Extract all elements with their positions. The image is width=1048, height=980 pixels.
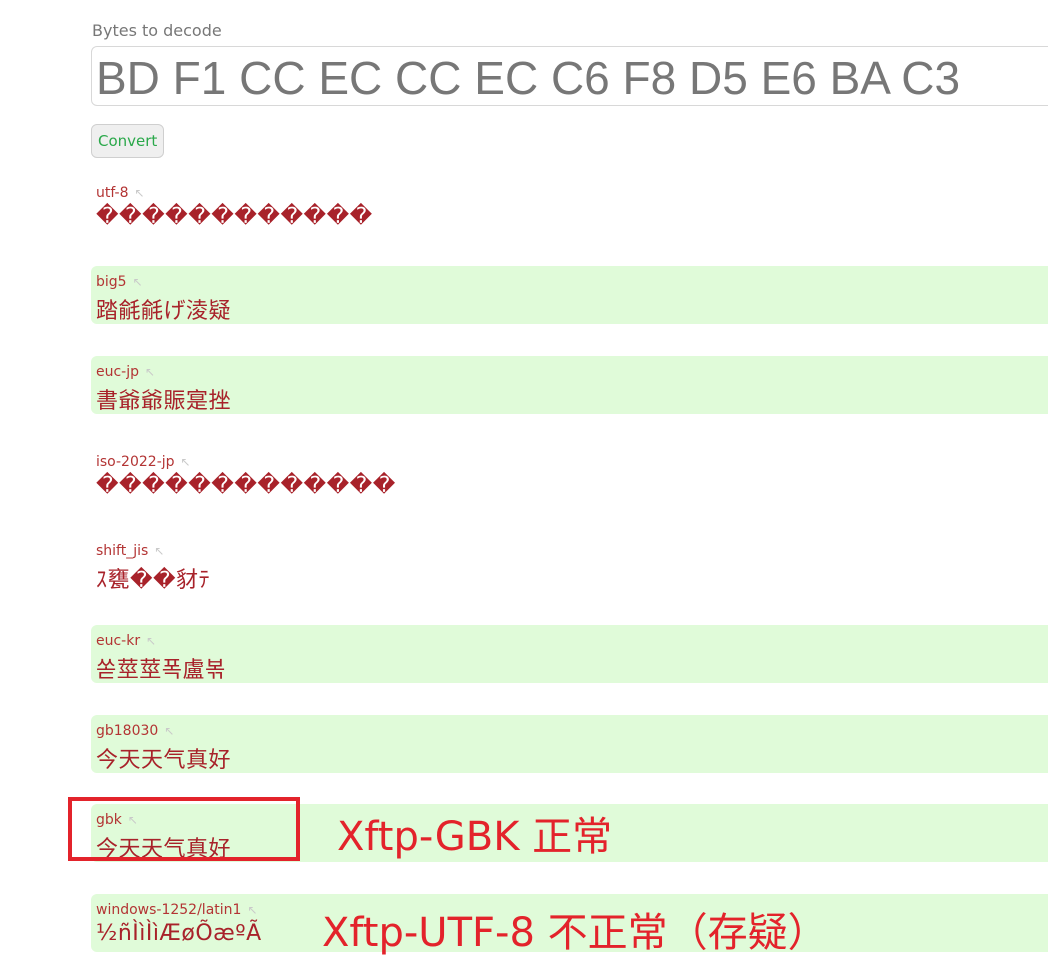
convert-button[interactable]: Convert — [91, 124, 165, 158]
link-arrow-icon[interactable]: ↖ — [247, 903, 257, 917]
encoding-label: shift_jis — [96, 543, 149, 559]
encoding-label: euc-kr — [96, 633, 141, 649]
encoding-label: windows-1252/latin1 — [96, 902, 242, 918]
bytes-input[interactable]: BD F1 CC EC CC EC C6 F8 D5 E6 BA C3 — [91, 46, 1048, 106]
link-arrow-icon[interactable]: ↖ — [145, 365, 155, 379]
link-arrow-icon[interactable]: ↖ — [181, 455, 191, 469]
result-euc-kr: euc-kr ↖ 쏟莖莖폭盧볶 — [91, 625, 1048, 683]
decoded-text: 踏毹毹げ淩疑 — [96, 299, 232, 324]
annotation-gbk-note: Xftp-GBK 正常 — [337, 814, 613, 860]
decoded-text: 書爺爺賑寔挫 — [96, 389, 232, 414]
encoding-label: iso-2022-jp — [96, 454, 175, 470]
result-utf8: utf-8 ↖ ������������ — [91, 177, 1048, 235]
result-iso-2022-jp: iso-2022-jp ↖ ������������� — [91, 446, 1048, 504]
encoding-label: euc-jp — [96, 364, 140, 380]
link-arrow-icon[interactable]: ↖ — [154, 544, 164, 558]
result-gb18030: gb18030 ↖ 今天天气真好 — [91, 715, 1048, 773]
decoded-text: ������������� — [96, 473, 396, 498]
encoding-label: utf-8 — [96, 185, 129, 201]
decoded-text: ｽ甕��豺ﾃ — [96, 568, 211, 593]
encoding-label: gb18030 — [96, 723, 159, 739]
result-big5: big5 ↖ 踏毹毹げ淩疑 — [91, 266, 1048, 324]
encoding-label: big5 — [96, 274, 127, 290]
result-shift-jis: shift_jis ↖ ｽ甕��豺ﾃ — [91, 535, 1048, 593]
decoded-text: ������������ — [96, 204, 373, 229]
link-arrow-icon[interactable]: ↖ — [134, 186, 144, 200]
link-arrow-icon[interactable]: ↖ — [164, 724, 174, 738]
decoded-text: 今天天气真好 — [96, 748, 232, 773]
decoded-text: 쏟莖莖폭盧볶 — [96, 658, 226, 683]
annotation-box — [68, 797, 300, 861]
result-euc-jp: euc-jp ↖ 書爺爺賑寔挫 — [91, 356, 1048, 414]
link-arrow-icon[interactable]: ↖ — [146, 634, 156, 648]
annotation-latin-note: Xftp-UTF-8 不正常（存疑） — [322, 910, 828, 956]
link-arrow-icon[interactable]: ↖ — [133, 275, 143, 289]
bytes-label: Bytes to decode — [92, 21, 222, 40]
